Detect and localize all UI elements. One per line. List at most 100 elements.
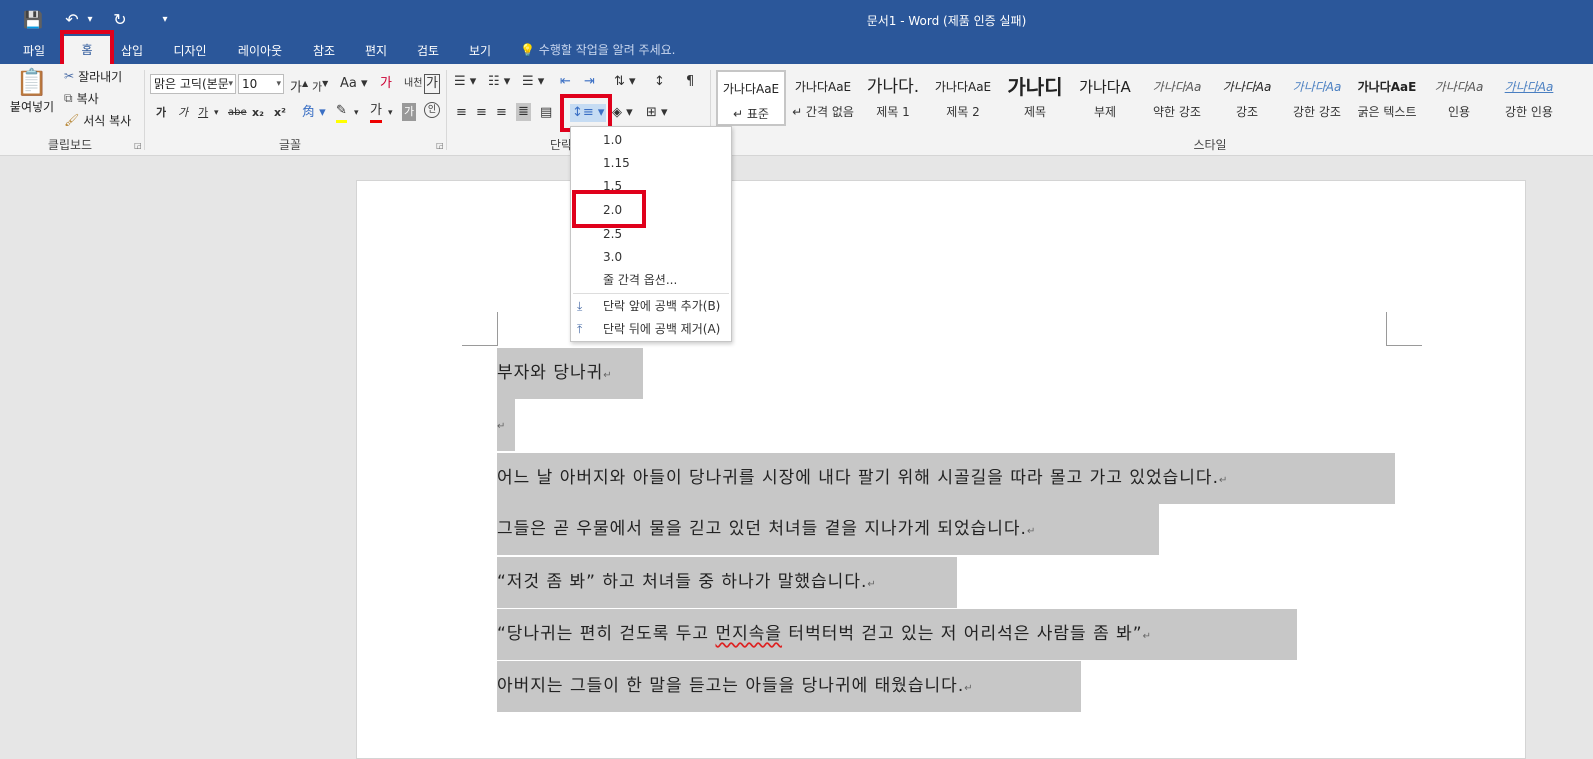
- tab-file[interactable]: 파일: [12, 40, 56, 62]
- enclose-characters-icon[interactable]: 인: [424, 102, 440, 118]
- document-paragraph[interactable]: 아버지는 그들이 한 말을 듣고는 아들을 당나귀에 태웠습니다.↵: [497, 661, 1081, 712]
- character-border-icon[interactable]: 가: [424, 74, 440, 94]
- document-paragraph[interactable]: “당나귀는 편히 걷도록 두고 먼지속을 터벅터벅 걷고 있는 저 어리석은 사…: [497, 609, 1297, 660]
- style-preview: 가나다A: [1079, 78, 1131, 96]
- style-preview: 가나다.: [866, 77, 920, 97]
- format-painter-button[interactable]: 🖌 서식 복사: [64, 110, 131, 130]
- cut-button[interactable]: ✂ 잘라내기: [64, 66, 122, 86]
- align-center-icon[interactable]: ≡: [476, 104, 487, 122]
- style-no-spacing[interactable]: 가나다AaE ↵ 간격 없음: [788, 70, 858, 126]
- italic-icon[interactable]: 가: [178, 104, 188, 122]
- style-strong[interactable]: 가나다AaE 굵은 텍스트: [1352, 70, 1422, 126]
- tab-design[interactable]: 디자인: [164, 40, 216, 62]
- font-color-icon[interactable]: 가: [370, 102, 382, 123]
- style-name: 굵은 텍스트: [1357, 105, 1417, 119]
- style-title[interactable]: 가나디 제목: [1000, 70, 1070, 126]
- font-name-combo[interactable]: 맑은 고딕(본문 ▾: [150, 74, 236, 94]
- paragraph-mark: ↵: [1142, 631, 1152, 642]
- line-spacing-option-1-15[interactable]: 1.15: [603, 152, 630, 174]
- paste-label: 붙여넣기: [9, 100, 55, 114]
- tab-mailings[interactable]: 편지: [354, 40, 398, 62]
- document-paragraph[interactable]: 그들은 곧 우물에서 물을 긷고 있던 처녀들 곁을 지나가게 되었습니다.↵: [497, 504, 1159, 555]
- tab-layout[interactable]: 레이아웃: [228, 40, 292, 62]
- numbering-icon[interactable]: ☷ ▾: [488, 73, 510, 91]
- style-preview: 가나다Aa: [1292, 80, 1342, 94]
- title-bar: 💾 ↶ ▾ ↻ ▾ 문서1 - Word (제품 인증 실패): [0, 0, 1593, 36]
- style-name: ↵ 표준: [733, 107, 769, 121]
- style-intense-emphasis[interactable]: 가나다Aa 강한 강조: [1282, 70, 1352, 126]
- strikethrough-icon[interactable]: abe: [228, 104, 247, 122]
- decrease-indent-icon[interactable]: ⇤: [560, 73, 571, 91]
- paragraph-mark: ↵: [1218, 475, 1229, 486]
- document-paragraph[interactable]: 어느 날 아버지와 아들이 당나귀를 시장에 내다 팔기 위해 시골길을 따라 …: [497, 453, 1395, 504]
- copy-icon: ⧉: [64, 90, 73, 105]
- tab-review[interactable]: 검토: [406, 40, 450, 62]
- line-spacing-option-3-0[interactable]: 3.0: [603, 246, 622, 268]
- tell-me-box[interactable]: 💡 수행할 작업을 알려 주세요.: [520, 41, 675, 58]
- style-name: 제목: [1023, 105, 1047, 119]
- multilevel-list-icon[interactable]: ☰ ▾: [522, 73, 544, 91]
- style-emphasis[interactable]: 가나다Aa 강조: [1212, 70, 1282, 126]
- font-launcher-icon[interactable]: ◲: [436, 141, 444, 150]
- grow-font-icon[interactable]: 가▲: [290, 75, 308, 97]
- style-normal[interactable]: 가나다AaE ↵ 표준: [716, 70, 786, 126]
- bold-icon[interactable]: 가: [156, 104, 166, 122]
- style-quote[interactable]: 가나다Aa 인용: [1424, 70, 1494, 126]
- subscript-icon[interactable]: x₂: [252, 104, 264, 122]
- style-heading-2[interactable]: 가나다AaE 제목 2: [928, 70, 998, 126]
- add-space-before-item[interactable]: 단락 앞에 공백 추가(B): [603, 295, 720, 317]
- justify-icon[interactable]: ≣: [516, 103, 531, 121]
- clipboard-launcher-icon[interactable]: ◲: [134, 141, 142, 150]
- font-color-dropdown-icon[interactable]: ▾: [388, 104, 393, 122]
- shading-icon[interactable]: ◈ ▾: [612, 104, 633, 122]
- highlight-dropdown-icon[interactable]: ▾: [354, 104, 359, 122]
- tab-references[interactable]: 참조: [302, 40, 346, 62]
- style-name: 강한 인용: [1505, 105, 1553, 119]
- style-name: 제목 1: [876, 105, 910, 119]
- remove-space-after-item[interactable]: 단락 뒤에 공백 제거(A): [603, 318, 720, 340]
- borders-icon[interactable]: ⊞ ▾: [646, 104, 668, 122]
- shrink-font-icon[interactable]: 가▼: [312, 75, 328, 97]
- style-preview: 가나디: [1007, 75, 1063, 99]
- character-shading-icon[interactable]: 가: [402, 103, 417, 121]
- document-paragraph[interactable]: ↵: [497, 399, 515, 451]
- document-paragraph[interactable]: 부자와 당나귀↵: [497, 348, 643, 399]
- clear-formatting-icon[interactable]: 가: [380, 75, 392, 93]
- underline-icon[interactable]: 가: [198, 104, 208, 122]
- paragraph-mark: ↵: [497, 421, 507, 432]
- align-right-icon[interactable]: ≡: [496, 104, 507, 122]
- style-subtle-emphasis[interactable]: 가나다Aa 약한 강조: [1142, 70, 1212, 126]
- style-preview: 가나다AaE: [934, 80, 992, 94]
- underline-dropdown-icon[interactable]: ▾: [214, 104, 219, 122]
- style-intense-quote[interactable]: 가나다Aa 강한 인용: [1496, 70, 1562, 126]
- font-size-combo[interactable]: 10 ▾: [238, 74, 284, 94]
- superscript-icon[interactable]: x²: [274, 104, 286, 122]
- align-left-icon[interactable]: ≡: [456, 104, 467, 122]
- phonetic-guide-icon[interactable]: 내천: [404, 75, 422, 93]
- highlight-home-tab: [60, 30, 114, 68]
- crop-mark: [462, 345, 498, 346]
- show-marks-icon[interactable]: ¶: [686, 73, 694, 91]
- paste-button[interactable]: 📋 붙여넣기: [4, 68, 60, 128]
- style-heading-1[interactable]: 가나다. 제목 1: [858, 70, 928, 126]
- document-paragraph[interactable]: “저것 좀 봐” 하고 처녀들 중 하나가 말했습니다.↵: [497, 557, 957, 608]
- asian-layout-icon[interactable]: ⇅ ▾: [614, 73, 636, 91]
- distributed-icon[interactable]: ▤: [540, 104, 552, 122]
- spelling-error-word[interactable]: 먼지속을: [715, 624, 782, 644]
- increase-indent-icon[interactable]: ⇥: [584, 73, 595, 91]
- style-subtitle[interactable]: 가나다A 부제: [1070, 70, 1140, 126]
- font-group-label: 글꼴: [278, 138, 302, 152]
- group-separator: [144, 70, 145, 150]
- highlight-color-icon[interactable]: ✎: [336, 102, 347, 123]
- tab-view[interactable]: 보기: [458, 40, 502, 62]
- remove-space-after-icon: ⤒: [577, 322, 583, 336]
- change-case-icon[interactable]: Aa ▾: [340, 75, 368, 93]
- line-spacing-option-1-0[interactable]: 1.0: [603, 129, 622, 151]
- tab-insert[interactable]: 삽입: [112, 40, 152, 62]
- copy-button[interactable]: ⧉ 복사: [64, 88, 99, 108]
- line-spacing-options-link[interactable]: 줄 간격 옵션...: [603, 269, 677, 291]
- text-effects-icon[interactable]: ⻇ ▾: [302, 104, 326, 122]
- sort-icon[interactable]: ↕: [654, 73, 665, 91]
- line-spacing-menu: 1.0 1.15 1.5 2.0 2.5 3.0 줄 간격 옵션... ⤓ 단락…: [570, 126, 732, 342]
- bullets-icon[interactable]: ☰ ▾: [454, 73, 476, 91]
